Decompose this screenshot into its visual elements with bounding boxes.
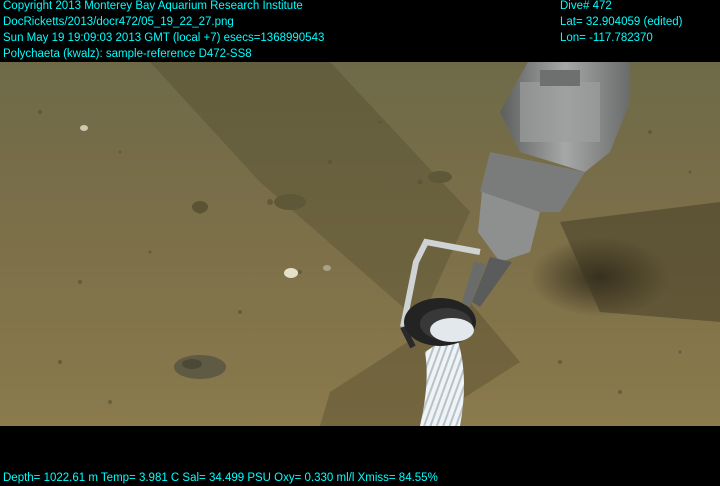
latitude-readout: Lat= 32.904059 (edited) — [560, 16, 683, 28]
dive-number: Dive# 472 — [560, 0, 612, 12]
position-info-block: Dive# 472 Lat= 32.904059 (edited) Lon= -… — [560, 0, 682, 46]
video-frame: Copyright 2013 Monterey Bay Aquarium Res… — [0, 0, 720, 486]
longitude-readout: Lon= -117.782370 — [560, 32, 653, 44]
seafloor-image — [0, 62, 720, 426]
annotation-line: Polychaeta (kwalz): sample-reference D47… — [3, 48, 252, 60]
file-path-line: DocRicketts/2013/docr472/05_19_22_27.png — [3, 16, 234, 28]
seafloor-scene-graphic — [0, 62, 720, 426]
timestamp-line: Sun May 19 19:09:03 2013 GMT (local +7) … — [3, 32, 325, 44]
copyright-line: Copyright 2013 Monterey Bay Aquarium Res… — [3, 0, 303, 12]
header-info-block: Copyright 2013 Monterey Bay Aquarium Res… — [3, 0, 324, 62]
telemetry-readout: Depth= 1022.61 m Temp= 3.981 C Sal= 34.4… — [3, 472, 438, 484]
